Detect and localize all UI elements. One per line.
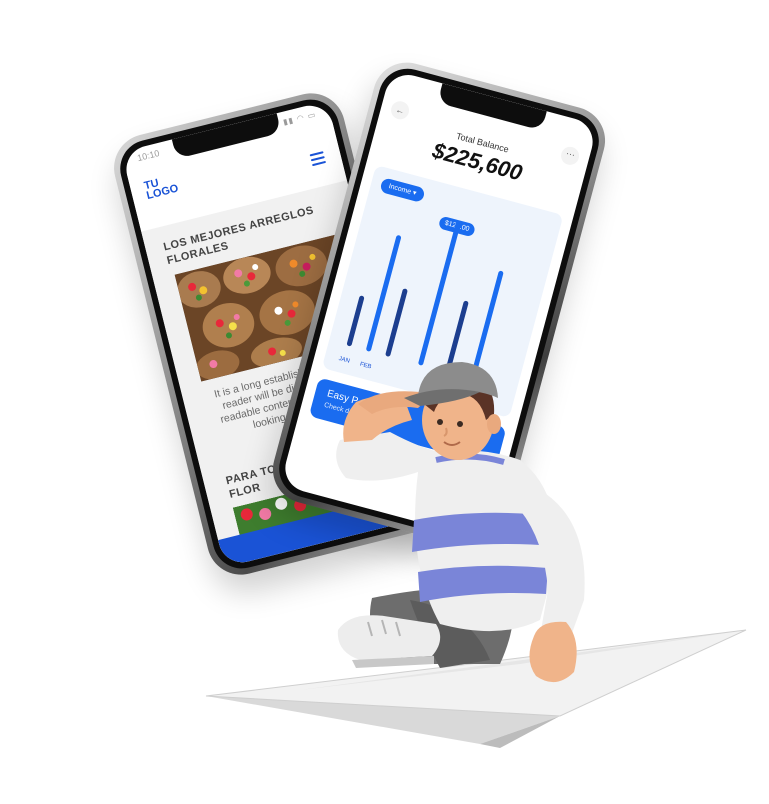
striped-sweater [412,450,557,632]
sneakers [337,615,441,668]
boy-on-paper-plane-illustration [205,362,747,748]
scene: 10:10 ▮▮ ◠ ▭ TU LOGO LOS MEJORES ARREGLO… [0,0,769,804]
